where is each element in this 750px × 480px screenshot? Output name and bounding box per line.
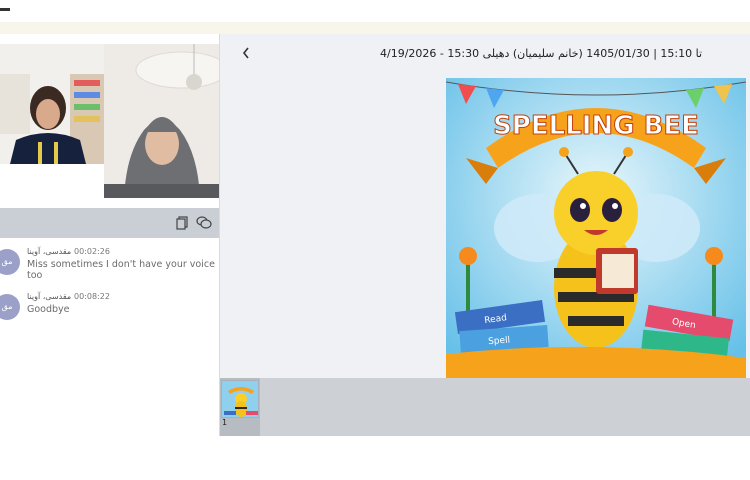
- top-bar-mark: [0, 8, 10, 11]
- top-bar: [0, 0, 750, 22]
- back-button[interactable]: [238, 46, 254, 64]
- avatar: مق: [0, 249, 20, 275]
- copy-icon[interactable]: [176, 215, 192, 231]
- video-tile-student[interactable]: [104, 44, 220, 198]
- message-text: Goodbye: [27, 304, 70, 315]
- message-sender: مقدسی، آوینا: [27, 247, 72, 256]
- session-title: 4/19/2026 - 15:30 تا 15:10 | 1405/01/30 …: [380, 47, 703, 60]
- avatar: مق: [0, 294, 20, 320]
- thumbnail-number: 1: [222, 418, 228, 427]
- slide-thumbnail[interactable]: [221, 380, 259, 418]
- video-feed-student: [104, 44, 220, 198]
- thumbnail-bar: [220, 378, 750, 436]
- message-text: Miss sometimes I don't have your voice t…: [27, 259, 215, 281]
- video-tile-teacher[interactable]: [0, 44, 104, 164]
- message-time: 00:02:26: [74, 247, 110, 256]
- book-label-spell: Spell: [488, 336, 511, 348]
- video-feed-teacher: [0, 44, 104, 164]
- chat-message: مق مقدسی، آوینا 00:02:26 Miss sometimes …: [0, 247, 220, 291]
- spelling-bee-illustration: SPELLING BEE Read Spell Open: [446, 78, 746, 378]
- thumbnail-image: [222, 381, 258, 417]
- chat-bubbles-icon[interactable]: [196, 215, 212, 231]
- message-time: 00:08:22: [74, 292, 110, 301]
- chevron-left-icon: [242, 47, 249, 59]
- notice-strip: [0, 22, 750, 34]
- chat-message: مق مقدسی، آوینا 00:08:22 Goodbye: [0, 292, 220, 336]
- chat-toolbar: [0, 208, 220, 238]
- slide-image: SPELLING BEE Read Spell Open: [446, 78, 746, 378]
- slide-banner-text: SPELLING BEE: [493, 111, 699, 141]
- message-sender: مقدسی، آوینا: [27, 292, 72, 301]
